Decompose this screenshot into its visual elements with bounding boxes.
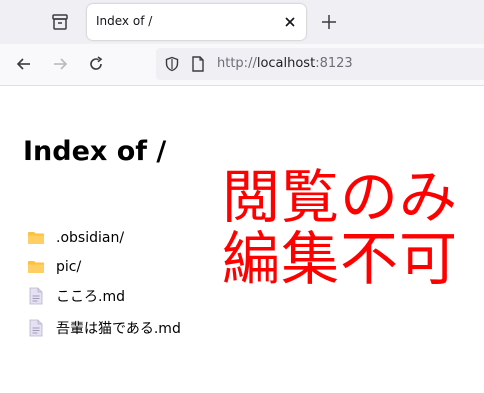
tab-list-icon[interactable] (50, 12, 70, 32)
entry-link[interactable]: .obsidian/ (56, 230, 124, 246)
file-icon (29, 319, 43, 336)
navigation-toolbar: http://localhost:8123 (0, 44, 484, 86)
entry-link[interactable]: pic/ (56, 259, 81, 275)
url-text: http://localhost:8123 (217, 56, 353, 71)
list-item[interactable]: pic/ (27, 252, 181, 281)
new-tab-plus-icon[interactable] (320, 13, 338, 31)
tab-title: Index of / (96, 14, 153, 28)
list-item[interactable]: 吾輩は猫である.md (27, 313, 181, 342)
entry-link[interactable]: こころ.md (56, 286, 125, 306)
reload-icon[interactable] (87, 55, 105, 73)
file-icon (29, 287, 43, 304)
browser-tab[interactable]: Index of / (87, 4, 306, 40)
url-scheme: http:// (217, 56, 257, 71)
folder-icon (28, 260, 44, 273)
close-icon[interactable] (282, 14, 298, 30)
page-content: Index of / .obsidian/ pic/ こころ.md 吾輩は猫であ… (0, 86, 484, 393)
address-bar[interactable]: http://localhost:8123 (156, 48, 484, 80)
url-port: :8123 (315, 56, 353, 71)
read-only-overlay-text: 閲覧のみ 編集不可 (215, 166, 465, 290)
page-info-icon[interactable] (191, 56, 205, 72)
forward-arrow-icon[interactable] (51, 55, 69, 73)
back-arrow-icon[interactable] (15, 55, 33, 73)
list-item[interactable]: .obsidian/ (27, 223, 181, 252)
tracking-protection-shield-icon[interactable] (164, 56, 180, 72)
overlay-line-1: 閲覧のみ (221, 163, 458, 231)
list-item[interactable]: こころ.md (27, 281, 181, 310)
page-title: Index of / (23, 136, 167, 167)
folder-icon (28, 231, 44, 244)
file-list: .obsidian/ pic/ こころ.md 吾輩は猫である.md (27, 223, 181, 342)
overlay-line-2: 編集不可 (221, 225, 458, 293)
entry-link[interactable]: 吾輩は猫である.md (56, 318, 181, 338)
url-host: localhost (256, 56, 316, 71)
tab-bar: Index of / (0, 0, 484, 44)
